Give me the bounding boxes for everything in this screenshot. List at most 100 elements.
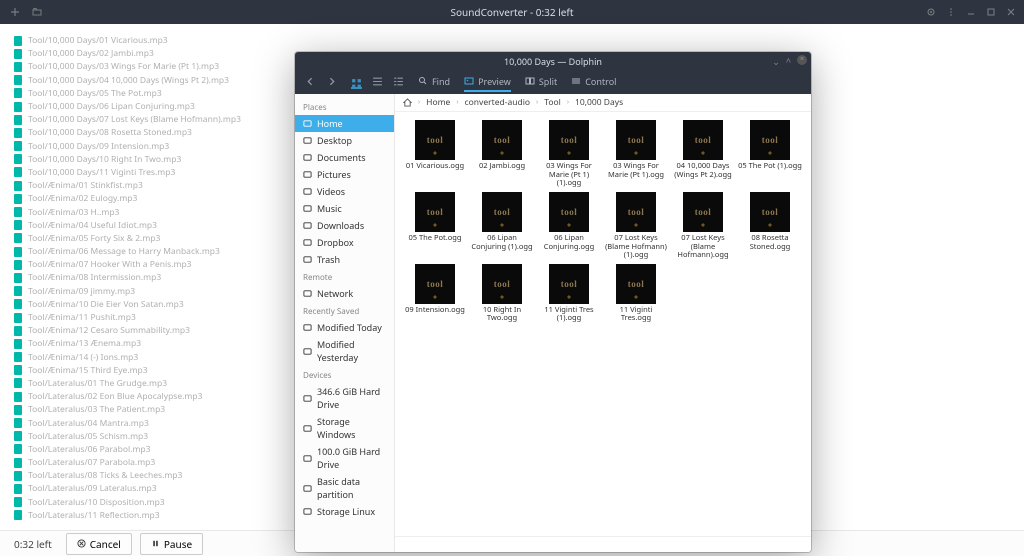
conversion-filename: Tool/Lateralus/05 Schism.mp3 [28, 431, 148, 442]
dolphin-min-icon[interactable]: ⌄ [772, 55, 780, 68]
sidebar-item-downloads[interactable]: Downloads [295, 217, 394, 234]
sidebar-item-100-0-gib-hard-drive[interactable]: 100.0 GiB Hard Drive [295, 443, 394, 473]
file-item[interactable]: 05 The Pot (1).ogg [738, 120, 802, 188]
progress-indicator [14, 378, 22, 388]
conversion-filename: Tool/10,000 Days/01 Vicarious.mp3 [28, 35, 168, 46]
conversion-filename: Tool/Lateralus/10 Disposition.mp3 [28, 497, 165, 508]
sidebar-item-346-6-gib-hard-drive[interactable]: 346.6 GiB Hard Drive [295, 383, 394, 413]
breadcrumb-item[interactable]: 10,000 Days [575, 97, 623, 108]
file-item[interactable]: 11 Viginti Tres (1).ogg [537, 264, 601, 324]
conversion-filename: Tool/10,000 Days/03 Wings For Marie (Pt … [28, 61, 219, 72]
sidebar-item-modified-today[interactable]: Modified Today [295, 319, 394, 336]
conversion-filename: Tool/Ænima/10 Die Eier Von Satan.mp3 [28, 299, 184, 310]
progress-indicator [14, 115, 22, 125]
progress-indicator [14, 431, 22, 441]
dolphin-close-icon[interactable]: × [797, 55, 807, 65]
album-thumbnail [750, 192, 790, 232]
sidebar-item-dropbox[interactable]: Dropbox [295, 234, 394, 251]
close-icon[interactable] [1006, 7, 1016, 17]
album-thumbnail [683, 192, 723, 232]
add-file-icon[interactable] [10, 7, 20, 17]
file-name: 01 Vicarious.ogg [406, 162, 464, 180]
sidebar-item-videos[interactable]: Videos [295, 183, 394, 200]
progress-indicator [14, 233, 22, 243]
sidebar-item-modified-yesterday[interactable]: Modified Yesterday [295, 336, 394, 366]
album-thumbnail [750, 120, 790, 160]
sidebar-header: Devices [295, 366, 394, 383]
file-item[interactable]: 08 Rosetta Stoned.ogg [738, 192, 802, 260]
conversion-filename: Tool/10,000 Days/05 The Pot.mp3 [28, 88, 162, 99]
conversion-filename: Tool/10,000 Days/10 Right In Two.mp3 [28, 154, 181, 165]
back-icon[interactable] [305, 76, 316, 87]
dolphin-titlebar[interactable]: 10,000 Days — Dolphin ⌄ ^ × [295, 52, 811, 70]
file-name: 02 Jambi.ogg [479, 162, 525, 180]
progress-indicator [14, 62, 22, 72]
progress-indicator [14, 484, 22, 494]
progress-indicator [14, 247, 22, 257]
add-folder-icon[interactable] [32, 7, 42, 17]
sidebar-item-label: Modified Yesterday [317, 338, 386, 364]
cancel-button[interactable]: Cancel [66, 533, 132, 555]
file-item[interactable]: 07 Lost Keys (Blame Hofmann) (1).ogg [604, 192, 668, 260]
progress-indicator [14, 444, 22, 454]
breadcrumb-item[interactable]: converted-audio [465, 97, 531, 108]
breadcrumb-item[interactable]: Tool [544, 97, 561, 108]
conversion-row[interactable]: Tool/10,000 Days/01 Vicarious.mp3 [14, 34, 1024, 47]
sidebar-item-storage-windows[interactable]: Storage Windows [295, 413, 394, 443]
file-item[interactable]: 09 Intension.ogg [403, 264, 467, 324]
sidebar-item-label: Music [317, 202, 342, 215]
file-item[interactable]: 01 Vicarious.ogg [403, 120, 467, 188]
drive-icon [303, 394, 312, 403]
sidebar-item-network[interactable]: Network [295, 285, 394, 302]
preview-button[interactable]: Preview [464, 75, 511, 92]
file-name: 03 Wings For Marie (Pt 1) (1).ogg [537, 162, 601, 188]
sidebar-item-trash[interactable]: Trash [295, 251, 394, 268]
settings-icon[interactable] [926, 7, 936, 17]
file-item[interactable]: 05 The Pot.ogg [403, 192, 467, 260]
sidebar-item-storage-linux[interactable]: Storage Linux [295, 503, 394, 520]
file-item[interactable]: 03 Wings For Marie (Pt 1).ogg [604, 120, 668, 188]
minimize-icon[interactable] [966, 7, 976, 17]
dropbox-icon [303, 238, 312, 247]
split-button[interactable]: Split [525, 75, 557, 88]
menu-icon[interactable] [946, 7, 956, 17]
find-button[interactable]: Find [418, 75, 450, 88]
yesterday-icon [303, 347, 312, 356]
forward-icon[interactable] [326, 76, 337, 87]
pause-button[interactable]: Pause [140, 533, 203, 555]
album-thumbnail [549, 264, 589, 304]
dolphin-max-icon[interactable]: ^ [786, 55, 791, 68]
control-button[interactable]: Control [571, 75, 616, 88]
file-name: 07 Lost Keys (Blame Hofmann) (1).ogg [604, 234, 668, 260]
sidebar-header: Remote [295, 268, 394, 285]
sidebar-item-music[interactable]: Music [295, 200, 394, 217]
statusbar [395, 536, 811, 552]
file-item[interactable]: 06 Lipan Conjuring (1).ogg [470, 192, 534, 260]
breadcrumb-item[interactable]: Home [426, 97, 450, 108]
sidebar-item-home[interactable]: Home [295, 115, 394, 132]
progress-indicator [14, 220, 22, 230]
conversion-filename: Tool/10,000 Days/09 Intension.mp3 [28, 141, 169, 152]
sidebar-item-basic-data-partition[interactable]: Basic data partition [295, 473, 394, 503]
file-name: 06 Lipan Conjuring (1).ogg [470, 234, 534, 252]
sidebar-item-label: Trash [317, 253, 340, 266]
file-item[interactable]: 07 Lost Keys (Blame Hofmann).ogg [671, 192, 735, 260]
album-thumbnail [549, 120, 589, 160]
compact-view-icon[interactable] [372, 76, 383, 87]
icons-view-icon[interactable] [351, 78, 362, 89]
file-item[interactable]: 03 Wings For Marie (Pt 1) (1).ogg [537, 120, 601, 188]
conversion-filename: Tool/10,000 Days/07 Lost Keys (Blame Hof… [28, 114, 241, 125]
home-icon[interactable] [403, 98, 412, 107]
file-item[interactable]: 06 Lipan Conjuring.ogg [537, 192, 601, 260]
album-thumbnail [482, 120, 522, 160]
sidebar-item-documents[interactable]: Documents [295, 149, 394, 166]
file-item[interactable]: 11 Viginti Tres.ogg [604, 264, 668, 324]
sidebar-item-pictures[interactable]: Pictures [295, 166, 394, 183]
details-view-icon[interactable] [393, 76, 404, 87]
maximize-icon[interactable] [986, 7, 996, 17]
file-item[interactable]: 10 Right In Two.ogg [470, 264, 534, 324]
dolphin-window: 10,000 Days — Dolphin ⌄ ^ × Find [295, 52, 811, 552]
sidebar-item-desktop[interactable]: Desktop [295, 132, 394, 149]
file-item[interactable]: 04 10,000 Days (Wings Pt 2).ogg [671, 120, 735, 188]
file-item[interactable]: 02 Jambi.ogg [470, 120, 534, 188]
